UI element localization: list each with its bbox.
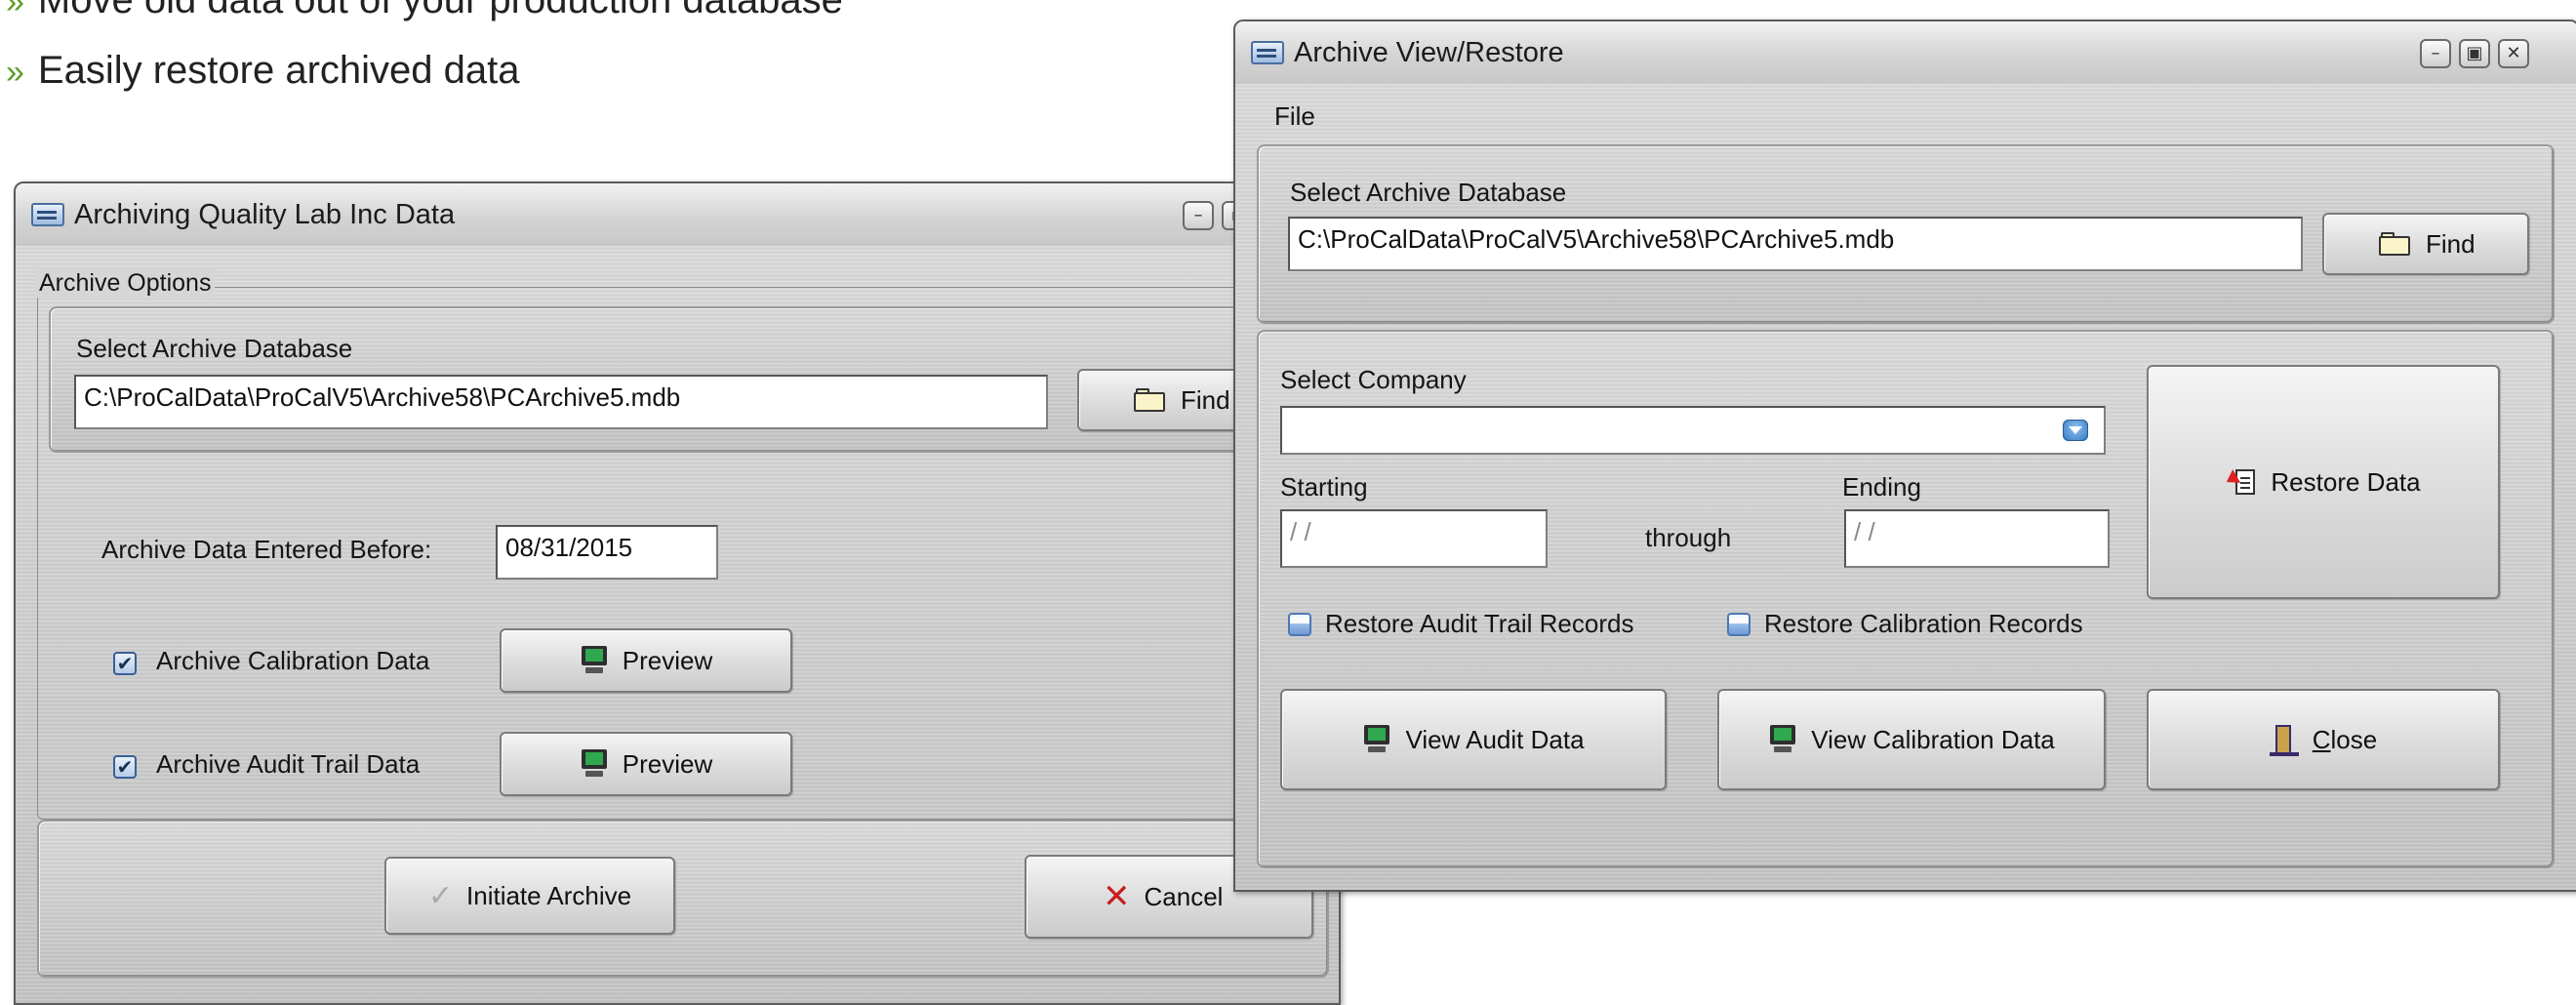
- entered-before-field[interactable]: 08/31/2015: [496, 525, 718, 580]
- restore-data-label: Restore Data: [2271, 466, 2421, 497]
- archive-calibration-checkbox[interactable]: ✔: [113, 652, 137, 675]
- bullet-move-old-data: » Move old data out of your production da…: [6, 0, 843, 22]
- close-rest: lose: [2330, 724, 2378, 754]
- archiving-window: Archiving Quality Lab Inc Data – ▫ Archi…: [14, 181, 1341, 1005]
- preview-label: Preview: [622, 645, 713, 675]
- door-exit-icon: [2269, 723, 2299, 756]
- monitor-icon: [1362, 725, 1391, 754]
- monitor-icon: [1768, 725, 1797, 754]
- restore-calibration-checkbox[interactable]: [1727, 613, 1751, 636]
- view-audit-data-button[interactable]: View Audit Data: [1280, 689, 1667, 790]
- bullet-text: Move old data out of your production dat…: [37, 0, 843, 21]
- archive-calibration-label: Archive Calibration Data: [156, 646, 430, 675]
- close-button[interactable]: Close: [2147, 689, 2500, 790]
- preview-label: Preview: [622, 748, 713, 779]
- minimize-button[interactable]: –: [2420, 39, 2451, 68]
- restore-calibration-label: Restore Calibration Records: [1764, 609, 2083, 638]
- through-label: through: [1645, 523, 1732, 552]
- folder-icon: [2379, 232, 2412, 256]
- company-dropdown[interactable]: [1280, 406, 2106, 455]
- restore-data-button[interactable]: Restore Data: [2147, 365, 2500, 599]
- starting-date-field[interactable]: / /: [1280, 509, 1548, 568]
- bullet-text: Easily restore archived data: [37, 49, 520, 92]
- view-audit-label: View Audit Data: [1405, 724, 1585, 754]
- close-label: Close: [2313, 725, 2377, 755]
- window-app-icon: [1251, 41, 1284, 64]
- restore-document-icon: [2223, 467, 2257, 497]
- monitor-icon: [580, 646, 609, 675]
- preview-calibration-button[interactable]: Preview: [500, 628, 792, 693]
- view-calibration-data-button[interactable]: View Calibration Data: [1717, 689, 2106, 790]
- entered-before-label: Archive Data Entered Before:: [101, 535, 432, 564]
- bullet-chevron-icon: »: [6, 54, 24, 91]
- window-title: Archiving Quality Lab Inc Data: [74, 199, 456, 230]
- close-mnemonic: C: [2312, 724, 2331, 754]
- find-label: Find: [2426, 228, 2475, 259]
- restore-titlebar[interactable]: Archive View/Restore – ▣ ✕: [1235, 21, 2576, 85]
- find-label: Find: [1181, 384, 1230, 415]
- view-cal-label: View Calibration Data: [1811, 724, 2055, 754]
- archiving-titlebar[interactable]: Archiving Quality Lab Inc Data – ▫: [16, 183, 1339, 247]
- preview-audit-button[interactable]: Preview: [500, 732, 792, 796]
- restore-down-button[interactable]: ▣: [2459, 39, 2490, 68]
- cancel-x-icon: ✕: [1103, 877, 1131, 916]
- archive-audit-checkbox[interactable]: ✔: [113, 755, 137, 779]
- restore-audit-checkbox[interactable]: [1288, 613, 1311, 636]
- initiate-archive-button[interactable]: ✓ Initiate Archive: [384, 857, 675, 935]
- ending-date-field[interactable]: / /: [1844, 509, 2110, 568]
- cancel-label: Cancel: [1144, 881, 1224, 911]
- folder-icon: [1134, 388, 1167, 412]
- dropdown-arrow-icon[interactable]: [2063, 420, 2088, 441]
- minimize-button[interactable]: –: [1183, 201, 1214, 230]
- restore-window: Archive View/Restore – ▣ ✕ File Select A…: [1233, 20, 2576, 892]
- starting-label: Starting: [1280, 472, 1368, 502]
- ending-label: Ending: [1842, 472, 1921, 502]
- select-db-label: Select Archive Database: [76, 334, 353, 363]
- window-app-icon: [31, 203, 64, 226]
- bullet-chevron-icon: »: [6, 0, 24, 20]
- db-path-field[interactable]: C:\ProCalData\ProCalV5\Archive58\PCArchi…: [1288, 217, 2303, 271]
- close-window-button[interactable]: ✕: [2498, 39, 2529, 68]
- file-menu[interactable]: File: [1274, 101, 1315, 132]
- archive-options-label: Archive Options: [35, 269, 216, 298]
- initiate-label: Initiate Archive: [466, 880, 632, 910]
- select-company-label: Select Company: [1280, 365, 1467, 394]
- select-db-label: Select Archive Database: [1290, 178, 1567, 207]
- archive-audit-label: Archive Audit Trail Data: [156, 749, 421, 779]
- monitor-icon: [580, 749, 609, 779]
- window-title: Archive View/Restore: [1294, 37, 1564, 68]
- db-path-field[interactable]: C:\ProCalData\ProCalV5\Archive58\PCArchi…: [74, 375, 1048, 429]
- find-button[interactable]: Find: [2322, 213, 2529, 275]
- restore-audit-label: Restore Audit Trail Records: [1325, 609, 1634, 638]
- checkmark-icon: ✓: [427, 878, 454, 913]
- bullet-restore-archived: » Easily restore archived data: [6, 49, 520, 93]
